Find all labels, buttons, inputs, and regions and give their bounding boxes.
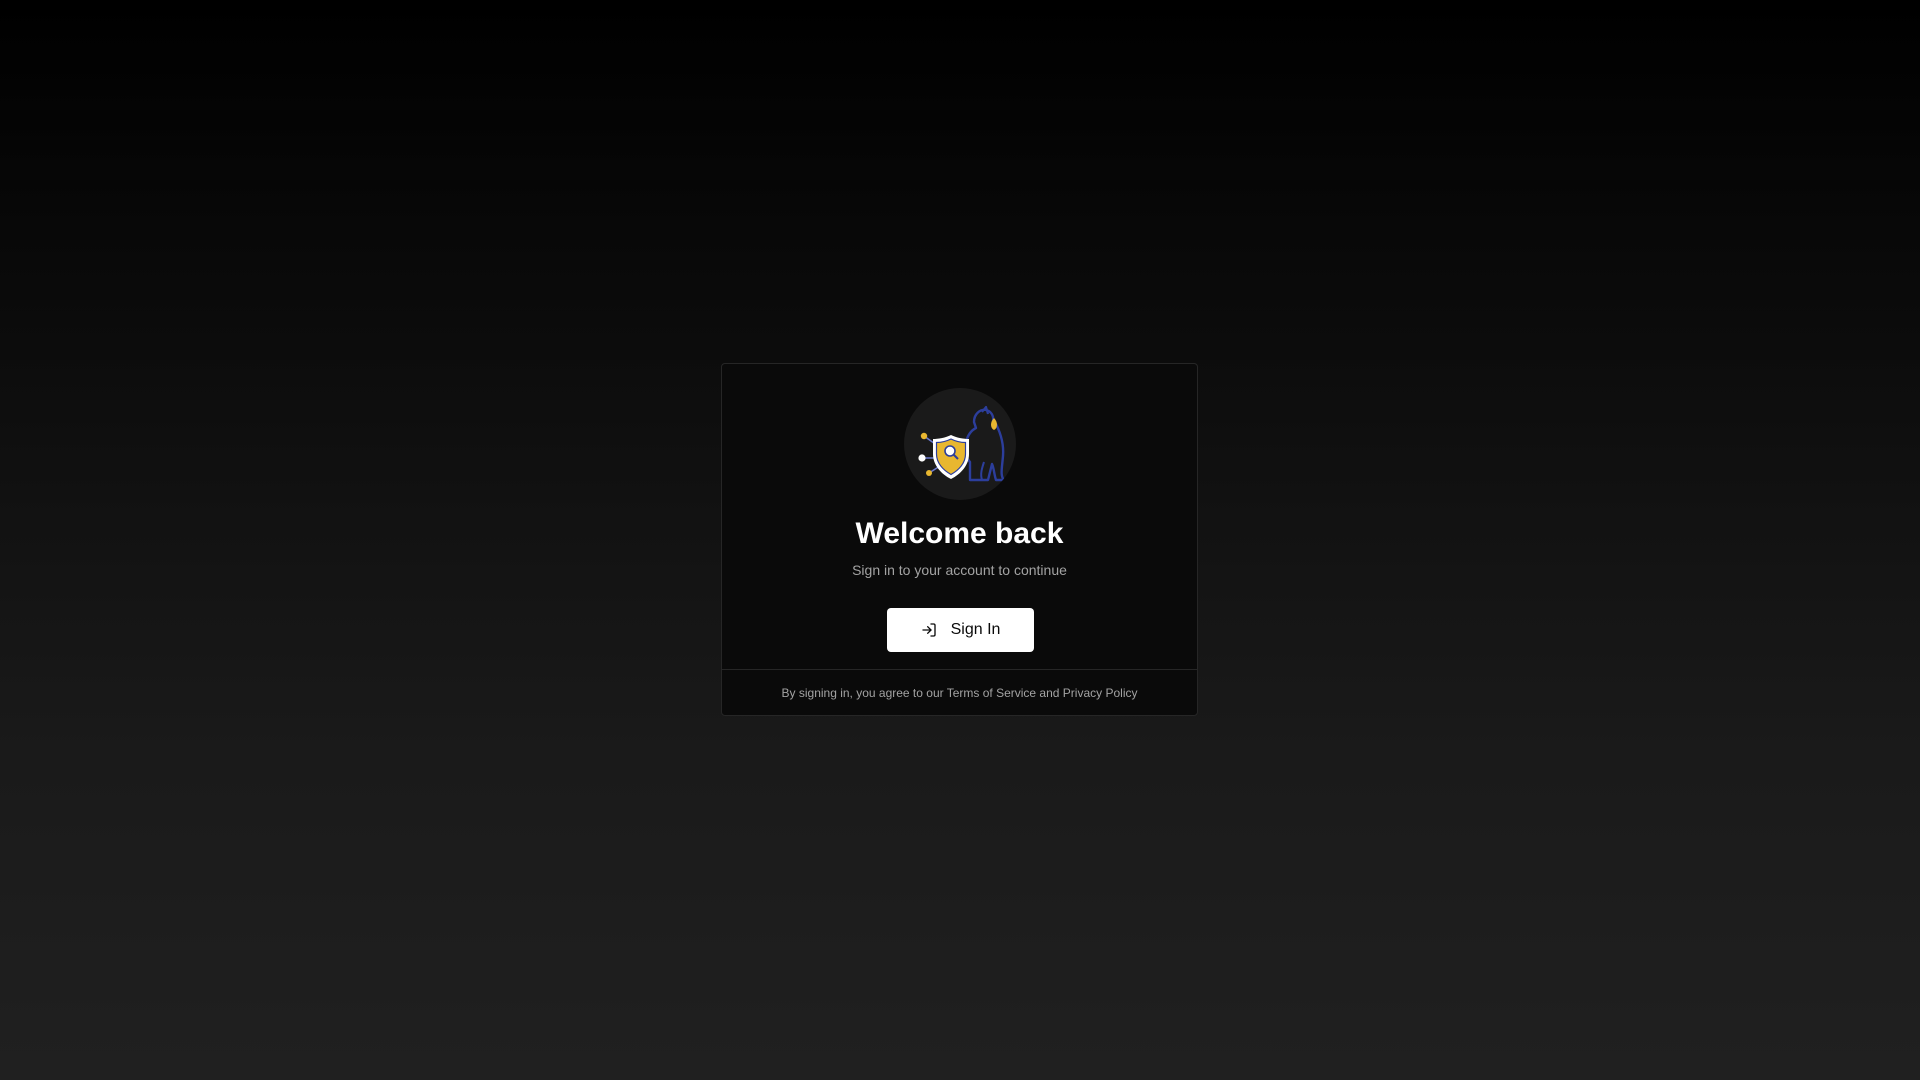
- card-divider: [722, 669, 1197, 670]
- logo-badge: [904, 388, 1016, 500]
- legal-notice: By signing in, you agree to our Terms of…: [722, 686, 1197, 700]
- sign-in-button-label: Sign In: [950, 621, 1001, 638]
- page-title: Welcome back: [855, 517, 1064, 550]
- page-subtitle: Sign in to your account to continue: [852, 562, 1067, 578]
- log-in-icon: [921, 623, 936, 637]
- legal-notice-and: and: [1036, 686, 1063, 700]
- shield-dog-logo-icon: [918, 405, 1006, 482]
- privacy-policy-link[interactable]: Privacy Policy: [1063, 686, 1138, 700]
- terms-of-service-link[interactable]: Terms of Service: [947, 686, 1036, 700]
- sign-in-button[interactable]: Sign In: [887, 608, 1034, 652]
- login-card: Welcome back Sign in to your account to …: [721, 363, 1198, 716]
- legal-notice-prefix: By signing in, you agree to our: [781, 686, 947, 700]
